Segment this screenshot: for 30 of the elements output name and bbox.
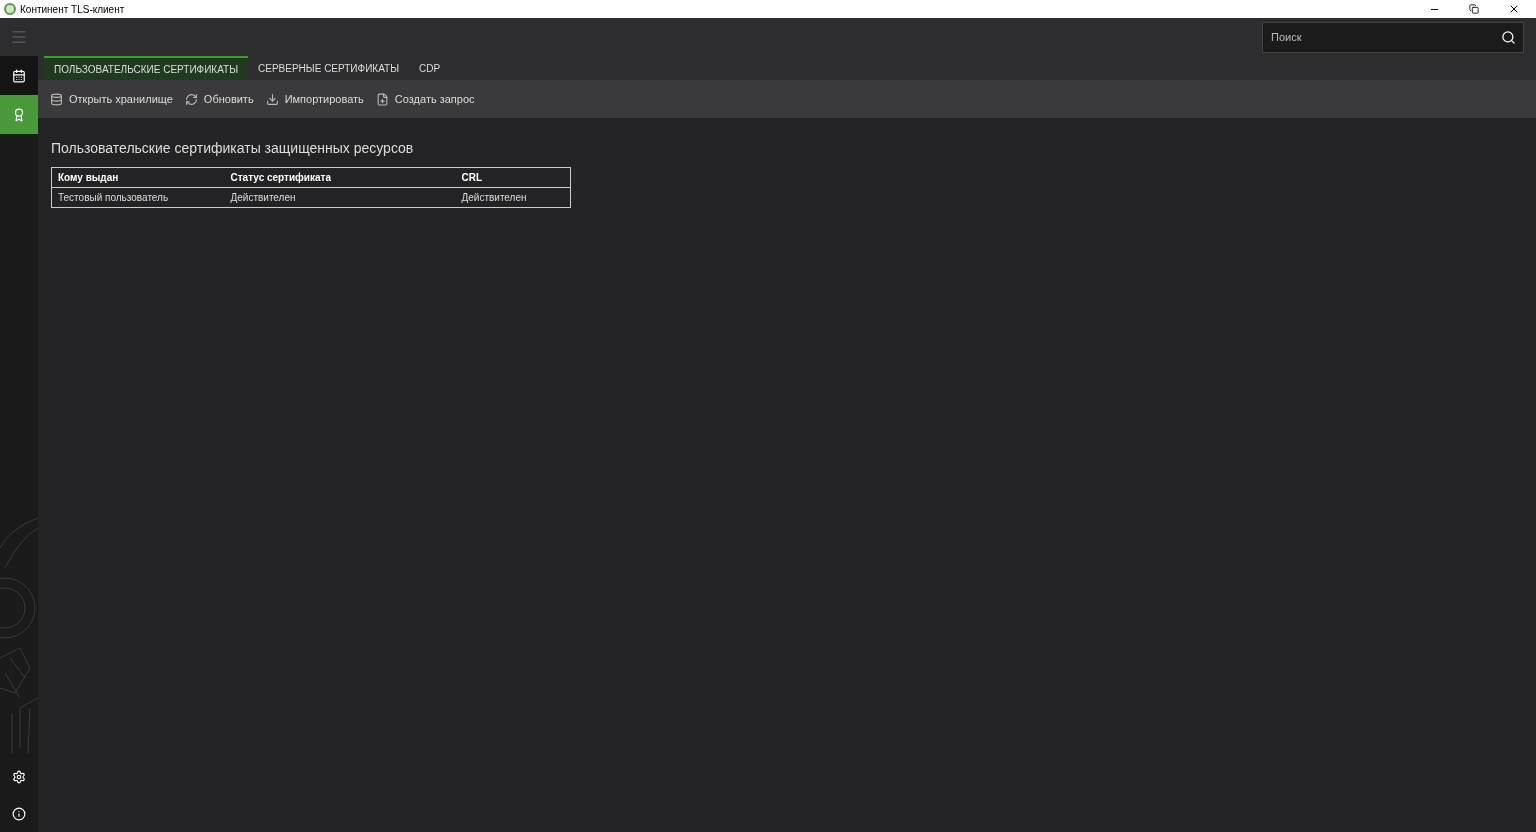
- restore-icon: [1469, 4, 1479, 14]
- table-cell: Действителен: [455, 187, 571, 208]
- database-icon: [50, 92, 63, 106]
- close-icon: [1508, 3, 1520, 15]
- tab[interactable]: CDP: [409, 56, 451, 80]
- column-header[interactable]: CRL: [455, 167, 571, 188]
- refresh-icon: [184, 92, 198, 106]
- app-logo-icon: [4, 3, 16, 15]
- window-title: Континент TLS-клиент: [20, 2, 125, 17]
- menu-icon: [10, 28, 28, 46]
- search-field[interactable]: Поиск: [1262, 21, 1524, 53]
- calendar-button[interactable]: [0, 56, 38, 95]
- calendar-icon: [12, 68, 26, 83]
- tab[interactable]: ПОЛЬЗОВАТЕЛЬСКИЕ СЕРТИФИКАТЫ: [44, 56, 249, 80]
- file-plus-icon: [375, 92, 389, 106]
- settings-icon: [12, 770, 26, 784]
- section-title: Пользовательские сертификаты защищенных ресурсов: [51, 139, 415, 158]
- toolbar-button[interactable]: Импортировать: [265, 90, 364, 108]
- column-header[interactable]: Кому выдан: [51, 167, 225, 188]
- download-icon: [265, 92, 279, 106]
- toolbar-button[interactable]: Обновить: [184, 90, 254, 108]
- table-cell: Действителен: [224, 187, 456, 208]
- award-icon: [12, 107, 26, 122]
- toolbar-button[interactable]: Открыть хранилище: [50, 90, 173, 108]
- tab[interactable]: СЕРВЕРНЫЕ СЕРТИФИКАТЫ: [248, 56, 409, 80]
- table-cell: Тестовый пользователь: [51, 187, 225, 208]
- column-header[interactable]: Статус сертификата: [224, 167, 456, 188]
- info-icon: [12, 807, 26, 821]
- search-icon[interactable]: [1501, 29, 1516, 45]
- toolbar-button[interactable]: Создать запрос: [375, 90, 475, 108]
